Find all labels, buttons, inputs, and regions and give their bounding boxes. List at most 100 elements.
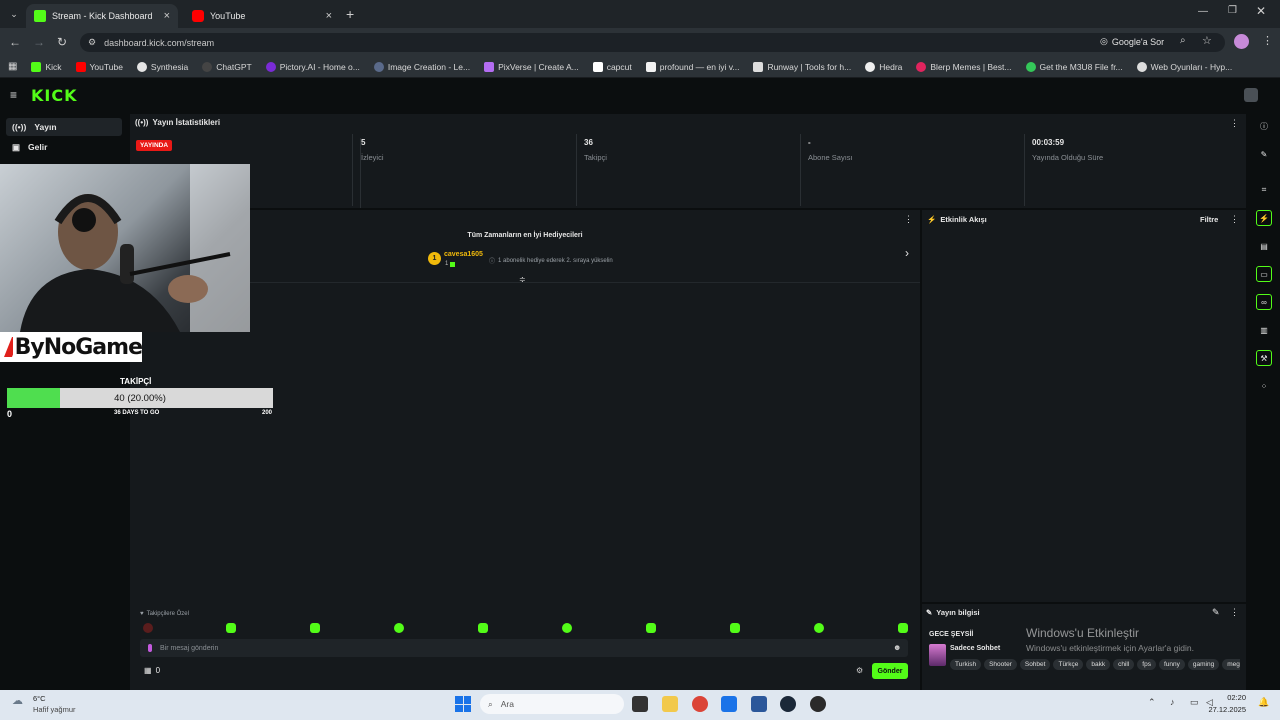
google-lens-button[interactable]: ◎ Google'a Sor xyxy=(1100,36,1164,47)
close-icon[interactable]: × xyxy=(326,10,332,22)
file-explorer-icon[interactable] xyxy=(662,696,678,712)
new-tab-icon[interactable]: + xyxy=(346,6,354,22)
bookmark-m3u8[interactable]: Get the M3U8 File fr... xyxy=(1025,61,1123,72)
sidebar-item-gelir[interactable]: ▣ Gelir xyxy=(6,138,122,156)
pencil-icon[interactable]: ✎ xyxy=(1256,146,1272,162)
bookmark-capcut[interactable]: capcut xyxy=(592,61,632,72)
apps-icon[interactable]: ⁘ xyxy=(1256,378,1272,394)
send-button[interactable]: Gönder xyxy=(872,663,908,679)
weather-temp[interactable]: 6°C xyxy=(33,694,46,703)
bookmark-hedra[interactable]: Hedra xyxy=(865,61,902,72)
weather-icon[interactable]: ☁ xyxy=(12,694,23,707)
tag[interactable]: gaming xyxy=(1187,659,1220,670)
gifter-username[interactable]: cavesa1605 xyxy=(444,251,483,258)
forward-icon[interactable]: → xyxy=(30,33,48,51)
emote-1[interactable] xyxy=(226,623,236,633)
tab-search-icon[interactable]: ⌄ xyxy=(6,6,22,22)
link-icon[interactable]: ∞ xyxy=(1256,294,1272,310)
chat-more-icon[interactable]: ⋮ xyxy=(904,214,913,225)
bookmark-profound[interactable]: profound — en iyi v... xyxy=(645,61,739,72)
zoom-icon[interactable]: ⌕ xyxy=(1180,35,1186,46)
emote-6[interactable] xyxy=(646,623,656,633)
crop-icon[interactable]: ⌗ xyxy=(1256,182,1272,198)
emote-3[interactable] xyxy=(394,623,404,633)
tag[interactable]: chill xyxy=(1113,659,1135,670)
stats-more-icon[interactable]: ⋮ xyxy=(1230,118,1239,129)
stream-category[interactable]: Sadece Sohbet xyxy=(950,645,1000,652)
chevron-right-icon[interactable]: › xyxy=(905,246,909,260)
bookmark-star-icon[interactable]: ☆ xyxy=(1202,34,1212,47)
window-close-icon[interactable]: ✕ xyxy=(1256,4,1266,18)
emote-4[interactable] xyxy=(478,623,488,633)
outlook-icon[interactable] xyxy=(721,696,737,712)
archive-icon[interactable]: ▥ xyxy=(1256,322,1272,338)
emote-8[interactable] xyxy=(814,623,824,633)
bookmark-blerp[interactable]: Blerp Memes | Best... xyxy=(916,61,1012,72)
bookmark-youtube[interactable]: YouTube xyxy=(75,61,123,72)
weather-desc[interactable]: Hafif yağmur xyxy=(33,705,76,714)
info-icon[interactable]: ⓘ xyxy=(1256,118,1272,134)
restore-icon[interactable]: ❐ xyxy=(1228,5,1237,16)
expand-icon[interactable]: ≑ xyxy=(519,275,526,284)
tag[interactable]: bakk xyxy=(1086,659,1111,670)
close-icon[interactable]: × xyxy=(164,10,170,22)
bookmark-kick[interactable]: Kick xyxy=(31,61,62,72)
bookmark-runway[interactable]: Runway | Tools for h... xyxy=(753,61,851,72)
chat-users-count[interactable]: ▦ 0 xyxy=(144,666,160,675)
emote-recent[interactable] xyxy=(143,623,153,633)
chat-message-input[interactable]: Bir mesaj gönderin xyxy=(140,639,908,657)
profile-avatar[interactable] xyxy=(1234,34,1249,49)
tag[interactable]: funny xyxy=(1158,659,1185,670)
emote-9[interactable] xyxy=(898,623,908,633)
hamburger-menu-icon[interactable]: ≡ xyxy=(10,88,17,102)
filter-button[interactable]: Filtre xyxy=(1200,215,1218,224)
info-more-icon[interactable]: ⋮ xyxy=(1230,607,1239,618)
sidebar-item-yayin[interactable]: ((•)) Yayın xyxy=(6,118,122,136)
chat-settings-icon[interactable]: ⚙ xyxy=(856,666,863,675)
bookmark-synthesia[interactable]: Synthesia xyxy=(136,61,188,72)
activity-more-icon[interactable]: ⋮ xyxy=(1230,214,1239,225)
minimize-icon[interactable]: — xyxy=(1198,6,1208,17)
wrench-icon[interactable]: ⚒ xyxy=(1256,350,1272,366)
bookmark-web-oyunlari[interactable]: Web Oyunları - Hyp... xyxy=(1136,61,1232,72)
network-icon[interactable]: ▭ xyxy=(1190,697,1199,708)
lightning-icon[interactable]: ⚡ xyxy=(1256,210,1272,226)
edit-icon[interactable]: ✎ xyxy=(1212,607,1220,618)
task-view-icon[interactable] xyxy=(632,696,648,712)
bookmark-pictory[interactable]: Pictory.AI - Home o... xyxy=(265,61,360,72)
emoji-icon[interactable]: ☻ xyxy=(893,643,901,652)
steam-icon[interactable] xyxy=(780,696,796,712)
obs-icon[interactable] xyxy=(810,696,826,712)
bookmark-image-creation[interactable]: Image Creation - Le... xyxy=(373,61,470,72)
emote-5[interactable] xyxy=(562,623,572,633)
microphone-icon[interactable]: ♪ xyxy=(1170,697,1175,707)
reload-icon[interactable]: ↻ xyxy=(53,33,71,51)
kick-logo[interactable]: KICK xyxy=(31,86,78,105)
chrome-icon[interactable] xyxy=(692,696,708,712)
bookmark-pixverse[interactable]: PixVerse | Create A... xyxy=(484,61,579,72)
clock-time[interactable]: 02:20 xyxy=(1222,693,1246,702)
store-icon[interactable] xyxy=(751,696,767,712)
url-bar[interactable]: ⚙ dashboard.kick.com/stream xyxy=(80,33,1225,52)
browser-menu-icon[interactable]: ⋮ xyxy=(1262,34,1273,47)
chat-icon[interactable]: ▭ xyxy=(1256,266,1272,282)
notification-icon[interactable]: 🔔 xyxy=(1258,697,1269,708)
clock-date[interactable]: 27.12.2025 xyxy=(1200,705,1246,714)
tag[interactable]: Turkish xyxy=(950,659,982,670)
user-avatar[interactable] xyxy=(1244,88,1258,102)
tag[interactable]: Shooter xyxy=(984,659,1017,670)
windows-start-icon[interactable] xyxy=(455,696,471,712)
apps-grid-icon[interactable]: ▦ xyxy=(8,61,17,72)
bookmark-chatgpt[interactable]: ChatGPT xyxy=(202,61,252,72)
taskbar-search[interactable]: ⌕ Ara xyxy=(480,694,624,714)
back-icon[interactable]: ← xyxy=(6,33,24,51)
tab-kick-dashboard[interactable]: Stream - Kick Dashboard × xyxy=(26,4,178,28)
tab-youtube[interactable]: YouTube × xyxy=(184,4,340,28)
site-info-icon[interactable]: ⚙ xyxy=(88,37,96,48)
clipboard-icon[interactable]: ▤ xyxy=(1256,238,1272,254)
tray-chevron-icon[interactable]: ⌃ xyxy=(1148,697,1156,708)
emote-2[interactable] xyxy=(310,623,320,633)
emote-7[interactable] xyxy=(730,623,740,633)
tag[interactable]: megab xyxy=(1222,659,1240,670)
tag[interactable]: fps xyxy=(1137,659,1156,670)
